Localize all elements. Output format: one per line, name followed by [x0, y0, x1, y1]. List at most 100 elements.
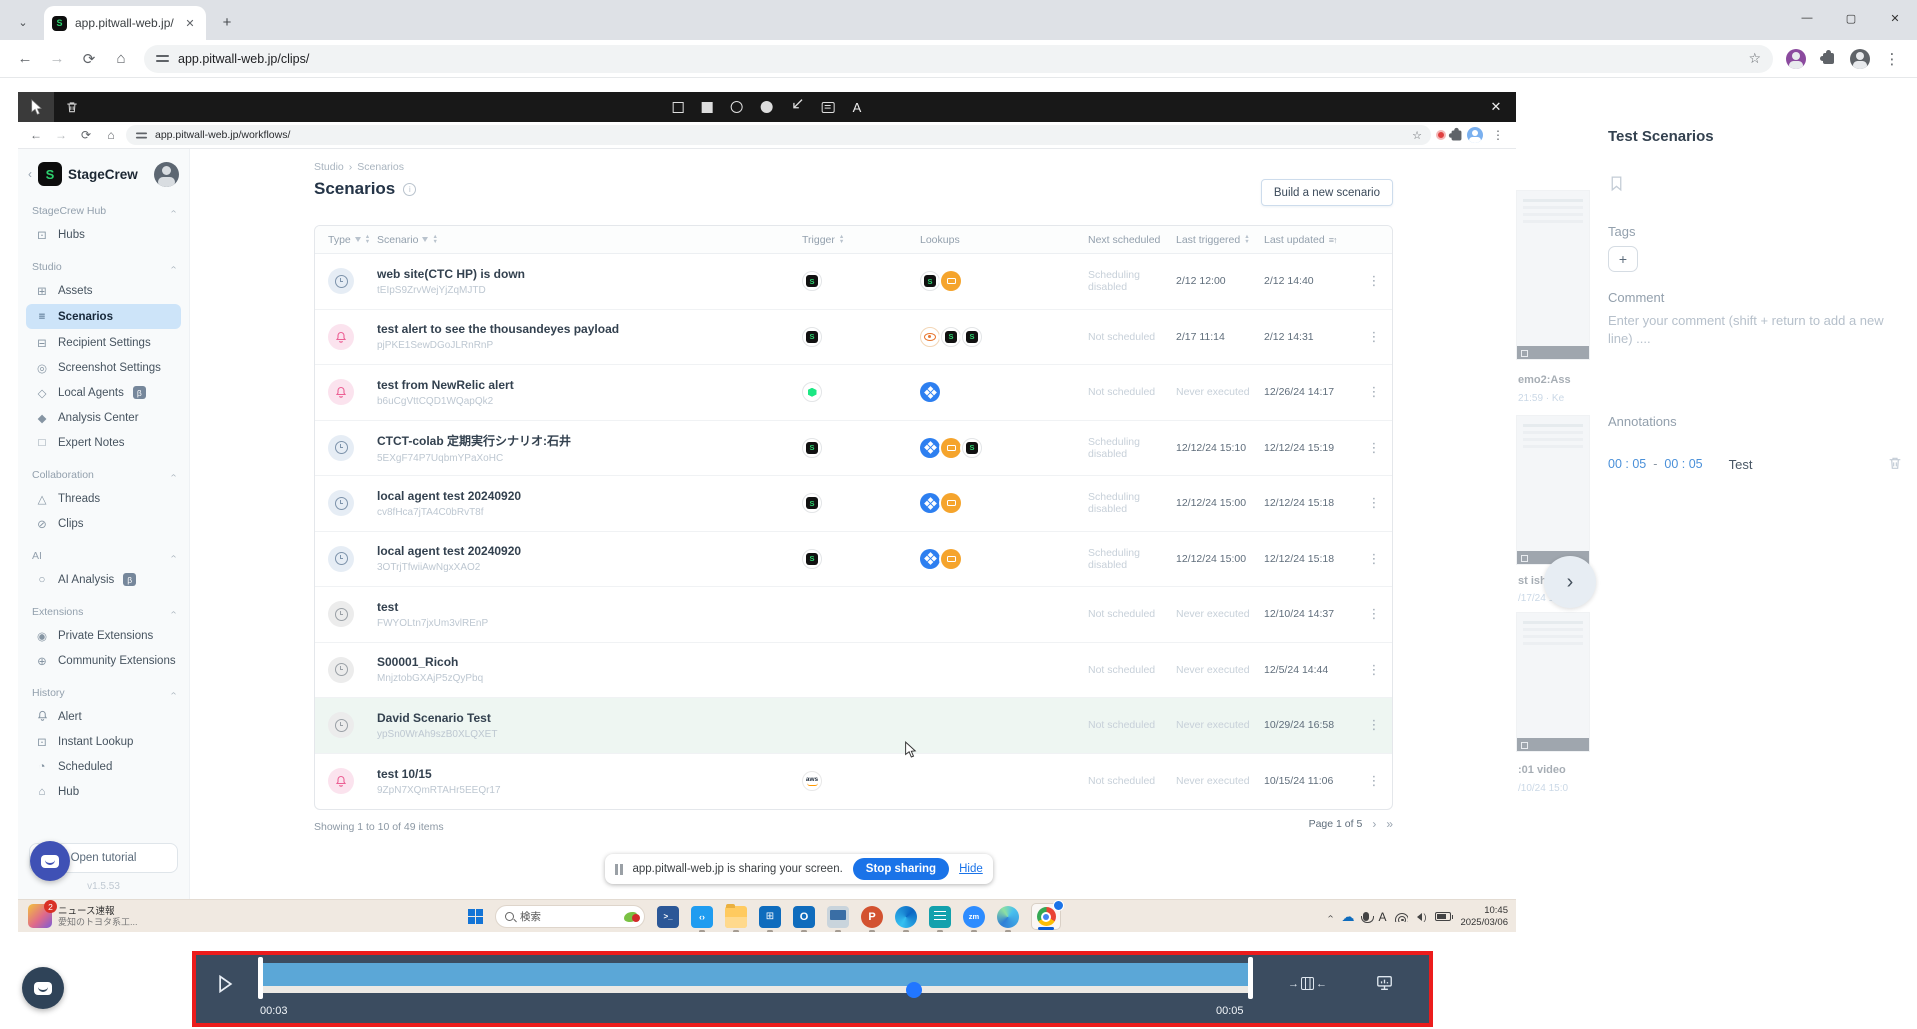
forward-button[interactable]: →: [42, 44, 72, 74]
annotation-start-time[interactable]: 00 : 05: [1608, 457, 1646, 471]
annotations-label: Annotations: [1608, 414, 1677, 429]
back-button[interactable]: ←: [10, 44, 40, 74]
trim-to-frame-button[interactable]: → ←: [1288, 977, 1327, 990]
window-maximize-button[interactable]: ▢: [1829, 0, 1873, 36]
table-row[interactable]: local agent test 20240920 3OTrjTfwiiAwNgx…: [315, 532, 1392, 587]
schedule-clock-icon: [328, 545, 354, 572]
brand-name: StageCrew: [68, 166, 138, 182]
browser-avatar[interactable]: [1845, 44, 1875, 74]
onedrive-icon: ☁: [1341, 908, 1355, 924]
tab-search-button[interactable]: ⌄: [10, 9, 36, 35]
section-ai: AI ›: [32, 550, 179, 562]
table-row[interactable]: local agent test 20240920 cv8fHca7jTA4C0b…: [315, 476, 1392, 532]
extensions-puzzle-icon[interactable]: [1813, 44, 1843, 74]
section-extensions: Extensions ›: [32, 606, 179, 618]
row-menu-icon[interactable]: ⋮: [1356, 440, 1392, 456]
progress-track[interactable]: [262, 981, 1250, 998]
comment-tool[interactable]: [821, 101, 835, 113]
select-cursor-tool[interactable]: [18, 92, 54, 122]
window-minimize-button[interactable]: —: [1785, 0, 1829, 36]
annotation-end-time[interactable]: 00 : 05: [1664, 457, 1702, 471]
row-menu-icon[interactable]: ⋮: [1356, 384, 1392, 400]
trim-end-handle[interactable]: [1248, 957, 1253, 999]
scenario-title[interactable]: CTCT-colab 定期実行シナリオ:石井: [377, 432, 802, 449]
row-menu-icon[interactable]: ⋮: [1356, 717, 1392, 733]
row-menu-icon[interactable]: ⋮: [1356, 662, 1392, 678]
browser-tab[interactable]: S app.pitwall-web.jp/clips/ ✕: [44, 6, 206, 40]
time-label: 10:45: [1484, 905, 1508, 916]
row-menu-icon[interactable]: ⋮: [1356, 551, 1392, 567]
chat-widget-button[interactable]: [22, 967, 64, 1009]
row-menu-icon[interactable]: ⋮: [1356, 773, 1392, 789]
pause-icon: [615, 863, 623, 875]
site-settings-icon[interactable]: [156, 53, 169, 64]
table-row[interactable]: David Scenario Test ypSn0WrAh9szB0XLQXET …: [315, 698, 1392, 754]
scenario-title[interactable]: test alert to see the thousandeyes paylo…: [377, 322, 802, 336]
row-menu-icon[interactable]: ⋮: [1356, 495, 1392, 511]
new-tab-button[interactable]: +: [214, 9, 240, 35]
table-row[interactable]: CTCT-colab 定期実行シナリオ:石井 5EXgF74P7UqbmYPaXo…: [315, 421, 1392, 476]
scenario-title[interactable]: S00001_Ricoh: [377, 655, 802, 669]
wifi-icon: [1395, 912, 1409, 922]
trash-icon: [67, 102, 77, 113]
row-menu-icon[interactable]: ⋮: [1356, 329, 1392, 345]
annotation-item[interactable]: 00 : 05 - 00 : 05 Test: [1608, 450, 1903, 478]
warning-icon: △: [37, 493, 47, 506]
version-label: v1.5.53: [87, 881, 120, 892]
scenario-title[interactable]: test: [377, 600, 802, 614]
rectangle-outline-tool[interactable]: [672, 101, 684, 113]
breadcrumb: Studio › Scenarios: [314, 161, 404, 173]
recorded-back-icon: ←: [30, 128, 42, 142]
url-bar[interactable]: app.pitwall-web.jp/clips/ ☆: [144, 44, 1773, 73]
search-placeholder: 検索: [520, 911, 541, 923]
clip-video-frame[interactable]: ← → ⟳ ⌂ app.pitwall-web.jp/workflows/ ☆ …: [18, 122, 1516, 932]
playhead-thumb[interactable]: [906, 981, 923, 998]
scenario-title[interactable]: local agent test 20240920: [377, 544, 802, 558]
next-scheduled: Not scheduled: [1088, 719, 1156, 732]
table-row[interactable]: S00001_Ricoh MnjztobGXAjP5zQyPbq Not sche…: [315, 643, 1392, 698]
thousandeyes-eye-icon: [920, 326, 940, 347]
tray-chevron-icon: ›: [1325, 914, 1337, 919]
scenario-title[interactable]: local agent test 20240920: [377, 489, 802, 503]
film-frame-icon: [1301, 977, 1314, 990]
table-row[interactable]: test alert to see the thousandeyes paylo…: [315, 310, 1392, 365]
collapse-panel-button[interactable]: ›: [1544, 556, 1596, 608]
profile-circle-icon[interactable]: [1781, 44, 1811, 74]
text-tool[interactable]: A: [853, 100, 862, 115]
scenario-title[interactable]: David Scenario Test: [377, 711, 802, 725]
last-updated: 2/12 14:31: [1264, 330, 1314, 343]
close-viewer-icon[interactable]: ✕: [1476, 92, 1516, 122]
row-menu-icon[interactable]: ⋮: [1356, 273, 1392, 289]
table-row[interactable]: test 10/15 9ZpN7XQmRTAHr5EEQr17 aws Not s…: [315, 754, 1392, 810]
sidebar-item-threads: △ Threads: [18, 486, 189, 511]
recorded-reload-icon: ⟳: [80, 128, 92, 142]
arrow-tool[interactable]: [791, 98, 804, 116]
delete-tool[interactable]: [54, 92, 90, 122]
tab-close-icon[interactable]: ✕: [182, 15, 198, 31]
screen-stats-button[interactable]: [1376, 975, 1393, 996]
table-row[interactable]: test FWYOLtn7jxUm3vlREnP Not scheduled Ne…: [315, 587, 1392, 643]
row-menu-icon[interactable]: ⋮: [1356, 606, 1392, 622]
scenario-title[interactable]: test 10/15: [377, 767, 802, 781]
circle-outline-tool[interactable]: [730, 101, 743, 113]
scenario-title[interactable]: web site(CTC HP) is down: [377, 267, 802, 281]
window-close-button[interactable]: ✕: [1873, 0, 1917, 36]
last-updated: 12/12/24 15:19: [1264, 441, 1335, 454]
table-row[interactable]: web site(CTC HP) is down tEIpS9ZrvWejYjZq…: [315, 254, 1392, 310]
bookmark-star-icon[interactable]: ☆: [1748, 50, 1761, 67]
bookmark-icon[interactable]: [1608, 174, 1625, 196]
table-header: Type ▲ ▼ Scenario ▲ ▼ Trigger ▲ ▼ Lookups Next…: [315, 226, 1392, 254]
circle-filled-tool[interactable]: [760, 101, 773, 113]
browser-menu-icon[interactable]: ⋮: [1877, 44, 1907, 74]
home-button[interactable]: ⌂: [106, 44, 136, 74]
play-button[interactable]: [218, 974, 233, 998]
reload-button[interactable]: ⟳: [74, 44, 104, 74]
rectangle-filled-tool[interactable]: [701, 101, 713, 113]
table-row[interactable]: test from NewRelic alert b6uCgVttCQD1WQap…: [315, 365, 1392, 421]
sidebar-collapse-icon: ‹: [28, 167, 32, 181]
comment-input[interactable]: Enter your comment (shift + return to ad…: [1608, 312, 1903, 348]
delete-annotation-icon[interactable]: [1887, 455, 1903, 474]
scenario-title[interactable]: test from NewRelic alert: [377, 378, 802, 392]
add-tag-button[interactable]: +: [1608, 246, 1638, 272]
trim-start-handle[interactable]: [258, 957, 263, 999]
